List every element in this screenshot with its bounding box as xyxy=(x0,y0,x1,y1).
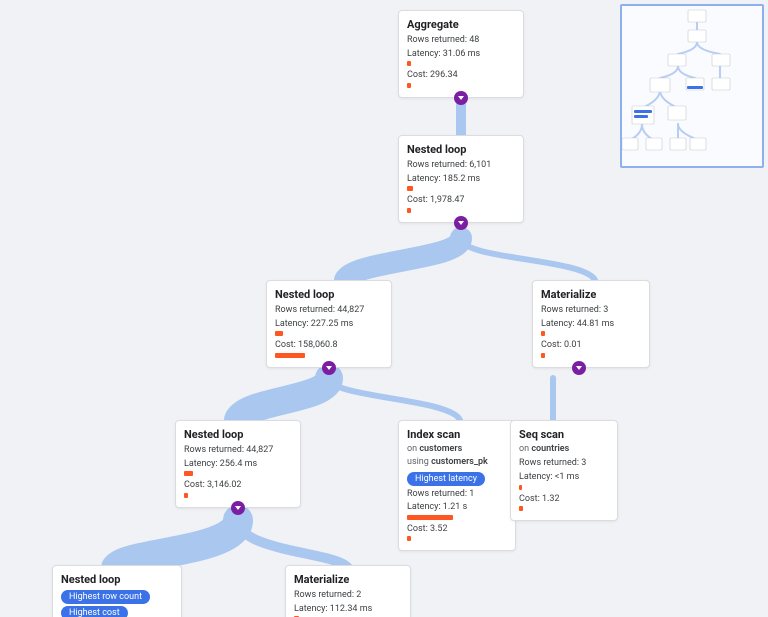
cost-bar xyxy=(184,493,188,498)
cost-bar xyxy=(407,83,411,88)
badge-highest-cost: Highest cost xyxy=(61,606,128,617)
latency-bar xyxy=(275,331,283,336)
latency: Latency: 185.2 ms xyxy=(407,173,515,186)
scan-on: on countries xyxy=(519,444,609,455)
badge-highest-latency: Highest latency xyxy=(407,472,485,486)
badge-highest-row-count: Highest row count xyxy=(61,590,150,604)
cost: Cost: 3,146.02 xyxy=(184,479,292,492)
cost: Cost: 0.01 xyxy=(541,339,641,352)
cost: Cost: 1.32 xyxy=(519,493,609,506)
node-title: Nested loop xyxy=(407,143,515,156)
minimap[interactable] xyxy=(620,4,764,168)
latency: Latency: 227.25 ms xyxy=(275,318,383,331)
node-title: Seq scan xyxy=(519,428,609,441)
node-nested-loop-3[interactable]: Nested loop Rows returned: 44,827 Latenc… xyxy=(175,420,301,508)
rows-returned: Rows returned: 44,827 xyxy=(275,304,383,317)
node-nested-loop-2[interactable]: Nested loop Rows returned: 44,827 Latenc… xyxy=(266,280,392,368)
latency: Latency: 44.81 ms xyxy=(541,318,641,331)
node-title: Index scan xyxy=(407,428,507,441)
expand-toggle-icon[interactable] xyxy=(231,501,245,515)
rows-returned: Rows returned: 6,101 xyxy=(407,159,515,172)
cost: Cost: 158,060.8 xyxy=(275,339,383,352)
rows-returned: Rows returned: 3 xyxy=(519,457,609,470)
node-index-scan[interactable]: Index scan on customers using customers_… xyxy=(398,420,516,551)
cost-bar xyxy=(275,353,305,358)
latency-bar xyxy=(407,186,413,191)
rows-returned: Rows returned: 44,827 xyxy=(184,444,292,457)
expand-toggle-icon[interactable] xyxy=(572,361,586,375)
node-materialize-right[interactable]: Materialize Rows returned: 3 Latency: 44… xyxy=(532,280,650,368)
cost-bar xyxy=(541,353,545,358)
node-title: Nested loop xyxy=(275,288,383,301)
node-title: Materialize xyxy=(541,288,641,301)
latency: Latency: <1 ms xyxy=(519,471,609,484)
cost-bar xyxy=(407,208,411,213)
cost-bar xyxy=(407,536,411,541)
node-aggregate[interactable]: Aggregate Rows returned: 48 Latency: 31.… xyxy=(398,10,524,98)
node-materialize-bottom[interactable]: Materialize Rows returned: 2 Latency: 11… xyxy=(285,565,411,617)
latency-bar xyxy=(407,515,453,520)
rows-returned: Rows returned: 2 xyxy=(294,589,402,602)
node-nested-loop-1[interactable]: Nested loop Rows returned: 6,101 Latency… xyxy=(398,135,524,223)
rows-returned: Rows returned: 1 xyxy=(407,488,507,501)
cost: Cost: 296.34 xyxy=(407,69,515,82)
rows-returned: Rows returned: 48 xyxy=(407,34,515,47)
rows-returned: Rows returned: 3 xyxy=(541,304,641,317)
latency: Latency: 256.4 ms xyxy=(184,458,292,471)
latency: Latency: 112.34 ms xyxy=(294,603,402,616)
latency-bar xyxy=(407,61,411,66)
expand-toggle-icon[interactable] xyxy=(454,91,468,105)
expand-toggle-icon[interactable] xyxy=(454,216,468,230)
cost: Cost: 1,978.47 xyxy=(407,194,515,207)
node-title: Aggregate xyxy=(407,18,515,31)
node-title: Materialize xyxy=(294,573,402,586)
scan-on: on customers xyxy=(407,444,507,455)
latency-bar xyxy=(519,485,522,490)
node-nested-loop-4[interactable]: Nested loop Highest row count Highest co… xyxy=(52,565,182,617)
scan-using: using customers_pk xyxy=(407,457,507,468)
cost-bar xyxy=(519,506,523,511)
node-title: Nested loop xyxy=(61,573,173,586)
node-seq-scan[interactable]: Seq scan on countries Rows returned: 3 L… xyxy=(510,420,618,521)
latency: Latency: 31.06 ms xyxy=(407,48,515,61)
latency-bar xyxy=(184,471,193,476)
latency: Latency: 1.21 s xyxy=(407,501,507,514)
cost: Cost: 3.52 xyxy=(407,523,507,536)
latency-bar xyxy=(541,331,545,336)
node-title: Nested loop xyxy=(184,428,292,441)
expand-toggle-icon[interactable] xyxy=(322,361,336,375)
